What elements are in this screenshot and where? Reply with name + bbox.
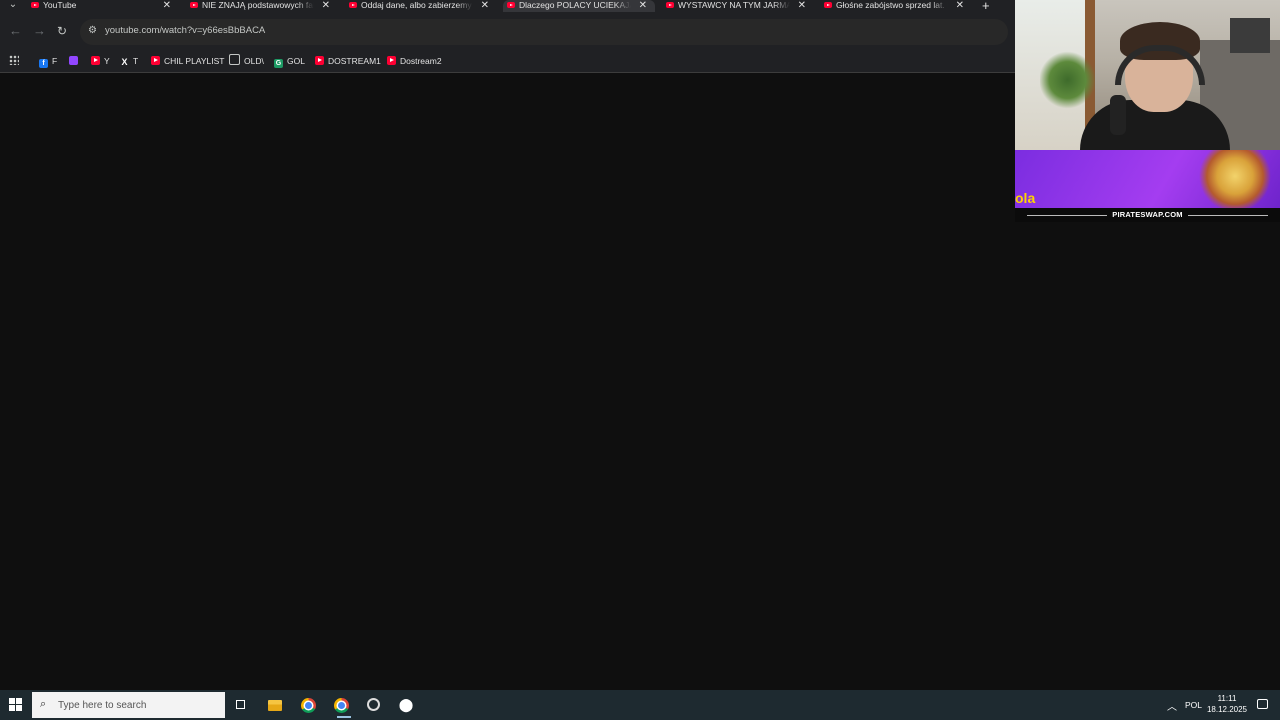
page-content [0, 73, 1015, 690]
webcam-overlay [1015, 0, 1280, 150]
clock[interactable]: 11:11 18.12.2025 [1203, 693, 1251, 715]
youtube-icon [507, 2, 515, 8]
microphone [1110, 95, 1126, 135]
tray-chevron-up-icon[interactable]: ︿ [1167, 698, 1177, 713]
back-arrow-icon[interactable]: ← [9, 24, 22, 38]
task-view-icon[interactable] [236, 700, 245, 709]
tab-nie-znaja[interactable]: NIE ZNAJĄ podstawowych fakt ✕ [186, 0, 338, 12]
banner-text: PIRATESWAP.COM [1112, 210, 1183, 219]
youtube-icon [31, 2, 39, 8]
tab-title: YouTube [43, 0, 77, 10]
x-icon: X [121, 57, 128, 67]
close-tab-icon[interactable]: ✕ [163, 0, 171, 11]
clock-date: 18.12.2025 [1206, 705, 1248, 714]
bookmark-dostream1[interactable]: DOSTREAM1 [315, 54, 381, 68]
bookmark-chil-playlist[interactable]: CHIL PLAYLIST [151, 54, 224, 68]
windows-taskbar: ⌕ Type here to search ⬤ ︿ POL 11:11 18.1… [0, 690, 1280, 720]
tab-title: WYSTAWCY NA TYM JARMARK [678, 0, 790, 10]
youtube-icon [387, 56, 396, 65]
folder-icon [229, 54, 240, 65]
close-tab-icon[interactable]: ✕ [639, 0, 647, 11]
plant [1040, 50, 1095, 110]
bookmark-dostream2[interactable]: Dostream2 [387, 54, 442, 68]
new-tab-plus-icon[interactable]: + [982, 0, 990, 13]
bookmark-label: CHIL PLAYLIST [164, 56, 225, 66]
close-tab-icon[interactable]: ✕ [956, 0, 964, 11]
bookmark-twitch[interactable] [69, 54, 82, 68]
bookmark-label: DOSTREAM1 [328, 56, 381, 66]
youtube-icon [349, 2, 357, 8]
bookmark-label: OLD\ [244, 56, 264, 66]
tab-dlaczego-polacy[interactable]: Dlaczego POLACY UCIEKAJĄ z ✕ [503, 0, 655, 12]
apps-grid-icon[interactable] [9, 55, 19, 65]
bookmarks-bar: fF Y XT CHIL PLAYLIST OLD\ G GOL DOSTREAM… [0, 50, 1015, 73]
reload-icon[interactable]: ↻ [57, 24, 67, 38]
bookmark-label: Dostream2 [400, 56, 442, 66]
site-info-icon[interactable]: ⚙ [88, 25, 99, 36]
banner-logo: ola [1015, 190, 1036, 206]
notification-icon[interactable] [1257, 699, 1268, 709]
chrome-icon[interactable] [301, 698, 316, 713]
browser-toolbar: ← → ↻ ⚙ youtube.com/watch?v=y66esBbBACA [0, 14, 1015, 50]
bookmark-old-folder[interactable]: OLD\ [229, 54, 264, 68]
tab-title: NIE ZNAJĄ podstawowych fakt [202, 0, 314, 10]
app-icon[interactable] [367, 698, 380, 711]
bookmark-y[interactable]: Y [91, 54, 110, 68]
tab-strip: ⌄ YouTube ✕ NIE ZNAJĄ podstawowych fakt … [0, 0, 1015, 14]
windows-start-icon[interactable] [9, 698, 22, 711]
bookmark-t[interactable]: XT [120, 54, 138, 68]
tab-search-chevron-icon[interactable]: ⌄ [4, 0, 22, 12]
youtube-icon [666, 2, 674, 8]
close-tab-icon[interactable]: ✕ [481, 0, 489, 11]
hanging-item [1230, 18, 1270, 53]
tab-glosne-zabojstwo[interactable]: Głośne zabójstwo sprzed lat. Po ✕ [820, 0, 972, 12]
search-placeholder: Type here to search [58, 700, 147, 711]
g-icon: G [274, 59, 283, 68]
youtube-icon [151, 56, 160, 65]
clock-time: 11:11 [1217, 694, 1237, 703]
tab-title: Dlaczego POLACY UCIEKAJĄ z [519, 0, 631, 10]
url-text[interactable]: youtube.com/watch?v=y66esBbBACA [105, 25, 265, 36]
sponsor-banner: ola PIRATESWAP.COM [1015, 150, 1280, 222]
youtube-icon [190, 2, 198, 8]
bookmark-label: T [133, 56, 139, 66]
tab-oddaj-dane[interactable]: Oddaj dane, albo zabierzemy c ✕ [345, 0, 497, 12]
taskbar-search-box[interactable]: ⌕ Type here to search [32, 692, 225, 718]
mascot-image [1195, 150, 1275, 208]
bookmark-label: F [52, 56, 58, 66]
location-pin-icon[interactable]: ⬤ [396, 695, 416, 715]
file-explorer-icon[interactable] [268, 700, 282, 711]
bookmark-label: GOL [287, 56, 305, 66]
close-tab-icon[interactable]: ✕ [322, 0, 330, 11]
forward-arrow-icon[interactable]: → [33, 24, 46, 38]
close-tab-icon[interactable]: ✕ [798, 0, 806, 11]
youtube-icon [91, 56, 100, 65]
twitch-icon [69, 56, 78, 65]
address-bar[interactable]: ⚙ youtube.com/watch?v=y66esBbBACA [80, 19, 1008, 45]
chrome-active-icon[interactable] [334, 698, 351, 718]
tab-wystawcy[interactable]: WYSTAWCY NA TYM JARMARK ✕ [662, 0, 814, 12]
language-indicator[interactable]: POL [1185, 700, 1202, 710]
youtube-icon [315, 56, 324, 65]
youtube-icon [824, 2, 832, 8]
tab-youtube[interactable]: YouTube ✕ [27, 0, 179, 12]
search-icon: ⌕ [40, 698, 47, 710]
tab-title: Głośne zabójstwo sprzed lat. Po [836, 0, 948, 10]
bookmark-gol[interactable]: G GOL [274, 54, 305, 68]
facebook-icon: f [39, 59, 48, 68]
bookmark-label: Y [104, 56, 110, 66]
bookmark-f[interactable]: fF [39, 54, 57, 68]
tab-title: Oddaj dane, albo zabierzemy c [361, 0, 473, 10]
